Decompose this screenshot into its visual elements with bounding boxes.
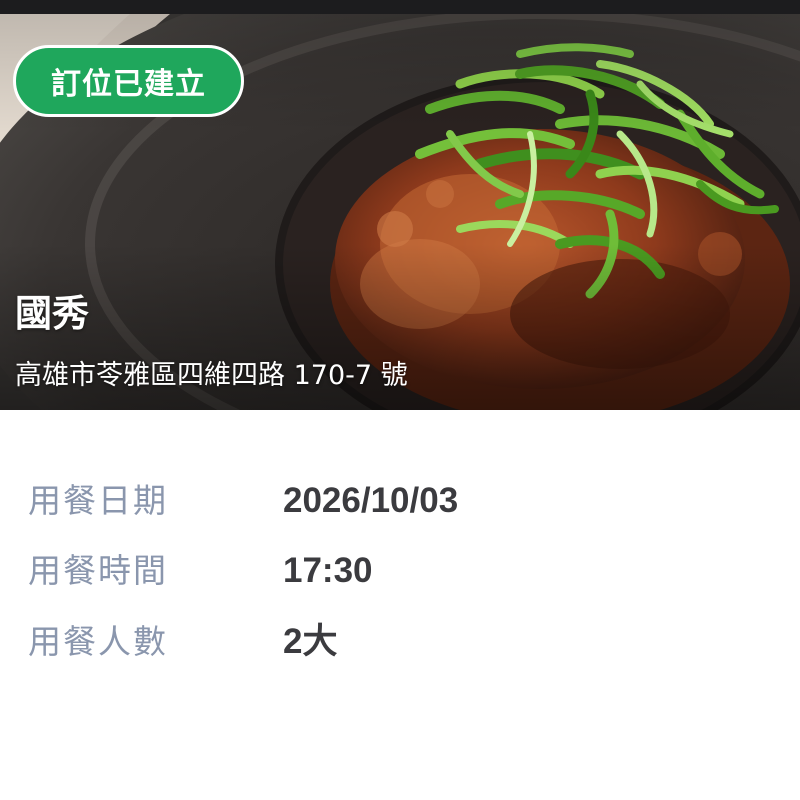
dining-date-label: 用餐日期 bbox=[28, 481, 168, 520]
dining-time-row: 用餐時間 17:30 bbox=[28, 546, 788, 596]
badge-label: 訂位已建立 bbox=[51, 67, 206, 102]
reservation-details: 用餐日期 2026/10/03 用餐時間 17:30 用餐人數 2大 bbox=[0, 410, 800, 800]
party-size-row: 用餐人數 2大 bbox=[28, 617, 788, 667]
dining-time-label: 用餐時間 bbox=[28, 551, 168, 590]
dining-date-row: 用餐日期 2026/10/03 bbox=[28, 476, 788, 526]
party-size-label: 用餐人數 bbox=[28, 622, 168, 661]
dining-time-value: 17:30 bbox=[283, 551, 373, 590]
party-size-value: 2大 bbox=[283, 622, 338, 661]
restaurant-hero-image: 訂位已建立 國秀 高雄市苓雅區四維四路 170-7 號 bbox=[0, 14, 800, 410]
top-status-bar bbox=[0, 0, 800, 14]
restaurant-name: 國秀 bbox=[15, 292, 89, 335]
restaurant-address: 高雄市苓雅區四維四路 170-7 號 bbox=[15, 360, 408, 391]
reservation-created-badge: 訂位已建立 bbox=[13, 45, 244, 117]
dining-date-value: 2026/10/03 bbox=[283, 481, 459, 520]
